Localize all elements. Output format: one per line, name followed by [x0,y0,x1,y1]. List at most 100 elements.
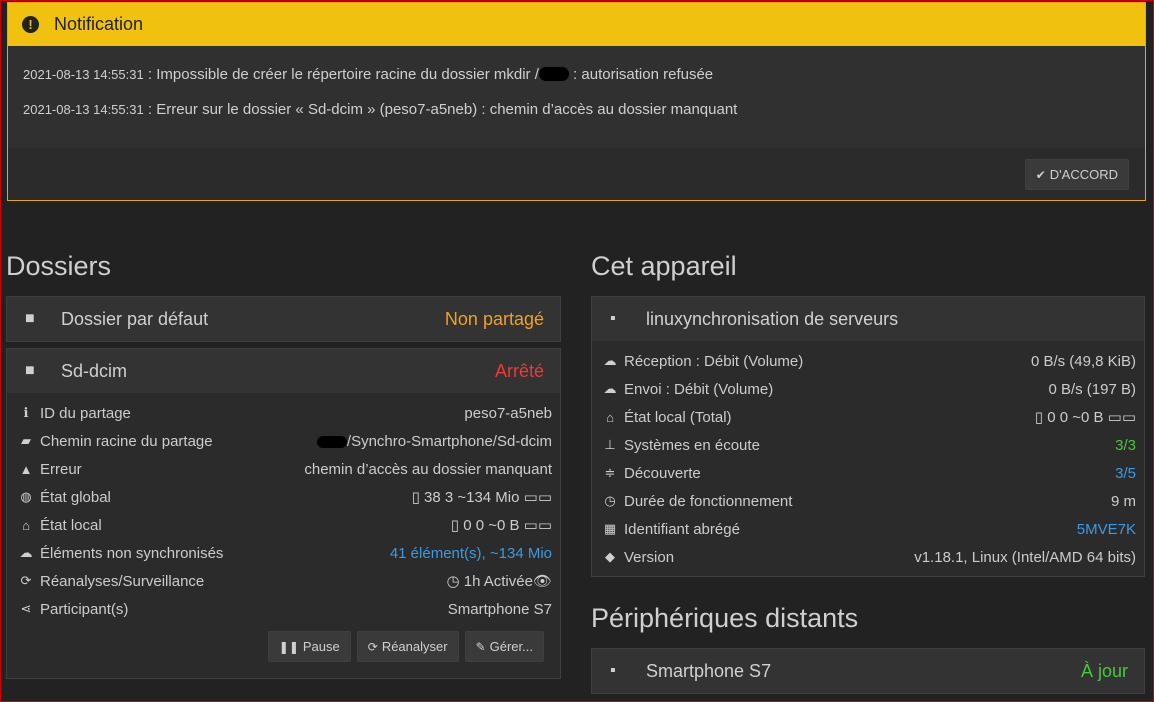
pause-button-label: Pause [302,639,340,654]
detail-row: ◆ Version v1.18.1, Linux (Intel/AMD 64 b… [602,543,1136,571]
folder-icon: ■ [25,362,35,379]
file-icon: ▯ [1034,409,1048,426]
clock-icon: ◷ [446,573,464,590]
folder-status: Arrêté [494,360,544,381]
notification-header: ! Notification [8,3,1145,46]
folders-heading: Dossiers [6,251,112,281]
device-identicon-icon: ▪ [610,662,616,679]
detail-label: État global [40,488,111,506]
home-icon: ⌂ [606,409,614,425]
share-icon: ⋖ [20,601,32,616]
signpost-icon: ≑ [604,465,616,480]
redacted-mark [316,435,347,448]
refresh-icon: ⟳ [20,573,32,588]
detail-label: Chemin racine du partage [40,432,213,450]
clock-icon: ◷ [604,493,616,508]
device-panel: ▪ linuxynchronisation de serveurs ☁ Réce… [591,296,1145,577]
folder-panel-default[interactable]: ■ Dossier par défaut Non partagé [6,296,561,342]
detail-label: État local [40,516,102,534]
globe-icon: ◍ [20,489,32,504]
cloud-download-icon: ☁ [19,545,33,560]
remote-devices-heading: Périphériques distants [591,603,859,633]
notification-timestamp: 2021-08-13 14:55:31 [23,67,144,82]
listeners-link[interactable]: 3/3 [1115,437,1136,454]
notification-message-end: : autorisation refusée [568,66,714,83]
detail-value: v1.18.1, Linux (Intel/AMD 64 bits) [914,548,1136,566]
detail-row: ⟳ Réanalyses/Surveillance ◷ 1h Activée👁 [18,567,552,595]
out-of-sync-link[interactable]: 41 élément(s), ~134 Mio [390,545,552,562]
notification-message: : Impossible de créer le répertoire raci… [143,66,539,83]
detail-row: ≑ Découverte 3/5 [602,459,1136,487]
detail-value: 0 B/s (197 B) [1048,380,1136,398]
folder-name: Sd-dcim [61,360,128,381]
detail-row: ⋖ Participant(s) Smartphone S7 [18,595,552,623]
pause-button[interactable]: ❚❚ Pause [267,631,351,662]
notification-line: 2021-08-13 14:55:31 : Erreur sur le doss… [23,101,1130,118]
folder-name: Dossier par défaut [61,308,209,329]
detail-value-wrap: ▯ 0 0 ~0 B ▭▭ [1035,408,1136,426]
rescan-button-label: Réanalyser [381,639,448,654]
detail-value: Smartphone S7 [447,600,552,618]
folder-header-sd-dcim[interactable]: ■ Sd-dcim Arrêté [7,349,560,393]
sitemap-icon: ⊥ [604,437,616,452]
folder-status: Non partagé [444,308,544,329]
notification-timestamp: 2021-08-13 14:55:31 [23,102,144,117]
detail-value: 38 3 ~134 Mio [423,489,520,506]
device-id-link[interactable]: 5MVE7K [1077,521,1136,538]
detail-row: ▦ Identifiant abrégé 5MVE7K [602,515,1136,543]
remote-device-panel[interactable]: ▪ Smartphone S7 À jour [591,648,1145,694]
refresh-icon: ⟳ [367,639,378,654]
file-icon: ▯ [450,517,464,534]
home-icon: ⌂ [22,517,30,533]
folder-header-default[interactable]: ■ Dossier par défaut Non partagé [7,297,560,341]
device-details: ☁ Réception : Débit (Volume) 0 B/s (49,8… [592,341,1144,571]
remote-device-name: Smartphone S7 [646,660,772,681]
detail-row: ▰ Chemin racine du partage /Synchro-Smar… [18,427,552,455]
info-icon: ℹ [23,405,29,420]
check-icon: ✔ [1035,167,1046,182]
device-header[interactable]: ▪ linuxynchronisation de serveurs [592,297,1144,341]
folder-outline-icon: ▭▭ [1103,409,1136,426]
qrcode-icon: ▦ [603,521,617,536]
detail-row: ☁ Réception : Débit (Volume) 0 B/s (49,8… [602,347,1137,375]
tag-icon: ◆ [605,549,615,564]
ok-button[interactable]: ✔ D'ACCORD [1024,159,1129,190]
folder-details: ℹ ID du partage peso7-a5neb ▰ Chemin rac… [7,393,560,623]
pencil-icon: ✎ [475,639,486,654]
detail-value-wrap: /Synchro-Smartphone/Sd-dcim [316,432,552,450]
detail-label: Participant(s) [40,600,129,618]
detail-row: ☁ Envoi : Débit (Volume) 0 B/s (197 B) [602,375,1137,403]
detail-value: 9 m [1110,492,1136,510]
remote-device-header[interactable]: ▪ Smartphone S7 À jour [592,649,1144,693]
detail-row: ◍ État global ▯ 38 3 ~134 Mio ▭▭ [18,483,552,511]
folder-outline-icon: ▭▭ [519,517,552,534]
exclamation-circle-icon: ! [22,16,39,33]
pause-icon: ❚❚ [278,639,299,654]
detail-label: Version [624,548,675,566]
detail-label: Découverte [624,464,701,482]
detail-value: /Synchro-Smartphone/Sd-dcim [346,432,552,450]
notification-message: : Erreur sur le dossier « Sd-dcim » (pes… [143,101,738,118]
eye-icon: 👁 [532,573,552,590]
discovery-link[interactable]: 3/5 [1115,465,1136,482]
file-icon: ▯ [411,489,424,506]
notification-body: 2021-08-13 14:55:31 : Impossible de crée… [8,46,1145,148]
cloud-download-icon: ☁ [603,353,617,368]
cloud-upload-icon: ☁ [603,381,617,396]
manage-button[interactable]: ✎ Gérer... [464,631,544,662]
device-name: linuxynchronisation de serveurs [646,308,899,329]
detail-row: ☁ Éléments non synchronisés 41 élément(s… [18,539,553,567]
notification-panel: ! Notification 2021-08-13 14:55:31 : Imp… [7,2,1146,201]
detail-value: 0 0 ~0 B [463,517,520,534]
folder-open-icon: ▰ [21,433,31,448]
rescan-button[interactable]: ⟳ Réanalyser [356,631,459,662]
folder-panel-sd-dcim: ■ Sd-dcim Arrêté ℹ ID du partage peso7-a… [6,348,561,679]
detail-label: Éléments non synchronisés [40,544,224,562]
device-heading: Cet appareil [591,251,737,281]
detail-label: Systèmes en écoute [624,436,760,454]
detail-value-wrap: ▯ 0 0 ~0 B ▭▭ [451,516,552,534]
detail-label: Identifiant abrégé [624,520,740,538]
detail-row: ⊥ Systèmes en écoute 3/3 [602,431,1136,459]
notification-title: Notification [54,14,144,34]
detail-label: Erreur [40,460,82,478]
